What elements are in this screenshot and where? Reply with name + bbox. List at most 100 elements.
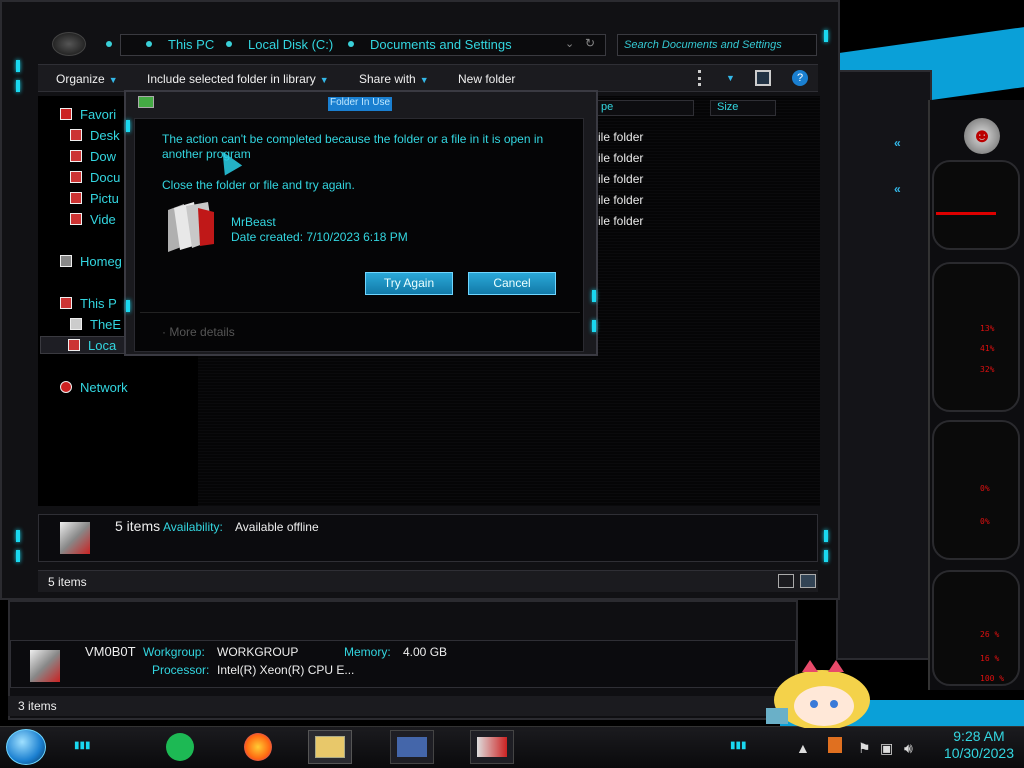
view-dropdown-icon[interactable]: ▼ <box>726 73 735 83</box>
nav-local-label: Loca <box>88 338 117 353</box>
nav-dot-icon <box>106 41 112 47</box>
window-light-decoration <box>592 290 596 302</box>
desktop-icon <box>70 129 82 141</box>
include-in-library-button[interactable]: Include selected folder in library ▼ <box>147 72 329 86</box>
nav-pictures[interactable]: Pictu <box>70 191 119 206</box>
action-center-flag-icon[interactable]: ⚑ <box>858 740 871 757</box>
collapse-chevron-icon[interactable]: « <box>894 136 901 150</box>
drive-icon <box>70 318 82 330</box>
window-light-decoration <box>16 80 20 92</box>
documents-icon <box>70 171 82 183</box>
nav-documents[interactable]: Docu <box>70 170 120 185</box>
computer-name: VM0B0T <box>85 644 136 659</box>
processor-label: Processor: <box>152 663 210 677</box>
window-light-decoration <box>824 550 828 562</box>
column-header-type[interactable]: pe <box>594 100 694 116</box>
organize-button[interactable]: Organize ▼ <box>56 72 118 86</box>
search-input[interactable]: Search Documents and Settings <box>617 34 817 56</box>
window-light-decoration <box>16 60 20 72</box>
computer-icon <box>60 297 72 309</box>
breadcrumb-documents-settings[interactable]: Documents and Settings <box>370 37 512 52</box>
nav-network[interactable]: Network <box>60 380 128 395</box>
workgroup-value: WORKGROUP <box>217 645 299 659</box>
nav-network-label: Network <box>80 380 128 395</box>
view-options-icon[interactable] <box>698 70 714 86</box>
back-forward-orb-icon[interactable] <box>52 32 86 56</box>
gadget-value: 0% <box>980 484 990 493</box>
nav-favorites[interactable]: Favori <box>60 107 116 122</box>
nav-videos[interactable]: Vide <box>70 212 116 227</box>
gadget-value: 41% <box>980 344 995 353</box>
volume-icon[interactable]: 🔊︎ <box>904 740 913 757</box>
status-bar <box>38 570 818 592</box>
window-light-decoration <box>16 550 20 562</box>
network-status-icon[interactable]: ▣ <box>880 740 893 757</box>
firefox-icon <box>244 733 272 761</box>
gadget-panel <box>932 570 1020 686</box>
nav-this-pc[interactable]: This P <box>60 296 117 311</box>
taskbar-clock[interactable]: 9:28 AM 10/30/2023 <box>944 728 1014 762</box>
file-type-cell[interactable]: ile folder <box>598 193 643 207</box>
nav-desktop[interactable]: Desk <box>70 128 120 143</box>
file-type-cell[interactable]: ile folder <box>598 214 643 228</box>
processor-value: Intel(R) Xeon(R) CPU E... <box>217 663 355 677</box>
app-tray-icon[interactable] <box>828 737 842 753</box>
window-light-decoration <box>592 320 596 332</box>
gadget-bar <box>936 212 996 215</box>
new-folder-button[interactable]: New folder <box>458 72 515 86</box>
breadcrumb-local-disk[interactable]: Local Disk (C:) <box>248 37 333 52</box>
explorer-app-button[interactable] <box>308 730 352 764</box>
downloads-icon <box>70 150 82 162</box>
more-details-toggle[interactable]: · More details <box>162 325 235 339</box>
system-app-button[interactable] <box>390 730 434 764</box>
folder-thumbnail-icon <box>60 522 90 554</box>
spotify-app-button[interactable] <box>158 730 202 764</box>
clock-time: 9:28 AM <box>953 728 1005 744</box>
start-button[interactable] <box>6 729 46 765</box>
show-hidden-icons-icon[interactable]: ▲ <box>796 740 810 756</box>
preview-pane-icon[interactable] <box>755 70 771 86</box>
nav-the-drive[interactable]: TheE <box>70 317 121 332</box>
nav-downloads-label: Dow <box>90 149 117 164</box>
dialog-app-icon <box>138 96 154 108</box>
dropdown-arrow-icon: ▼ <box>319 75 329 85</box>
details-view-icon[interactable] <box>778 574 794 588</box>
breadcrumb-this-pc[interactable]: This PC <box>168 37 214 52</box>
file-explorer-icon <box>315 736 345 758</box>
window-light-decoration <box>824 30 828 42</box>
address-dropdown-icon[interactable]: ⌄ <box>565 37 574 50</box>
help-icon[interactable]: ? <box>792 70 808 86</box>
try-again-button[interactable]: Try Again <box>365 272 453 295</box>
taskbar-light-decoration: ▮▮▮ <box>74 740 91 751</box>
share-with-button[interactable]: Share with ▼ <box>359 72 429 86</box>
nav-downloads[interactable]: Dow <box>70 149 116 164</box>
cancel-button[interactable]: Cancel <box>468 272 556 295</box>
dialog-item-date: Date created: 7/10/2023 6:18 PM <box>231 230 408 244</box>
nav-homegroup-label: Homeg <box>80 254 122 269</box>
nav-favorites-label: Favori <box>80 107 117 122</box>
firefox-app-button[interactable] <box>236 730 280 764</box>
nav-this-pc-label: This P <box>80 296 117 311</box>
background-window-right <box>836 70 932 660</box>
dialog-app-button[interactable] <box>470 730 514 764</box>
share-label: Share with <box>359 72 416 86</box>
gadget-value: 32% <box>980 365 995 374</box>
nav-homegroup[interactable]: Homeg <box>60 254 122 269</box>
breadcrumb-separator-icon <box>348 41 354 47</box>
gadget-value: 0% <box>980 517 990 526</box>
breadcrumb-separator-icon <box>146 41 152 47</box>
memory-value: 4.00 GB <box>403 645 448 659</box>
favorites-icon <box>60 108 72 120</box>
character-sticker-icon <box>766 660 870 728</box>
file-type-cell[interactable]: ile folder <box>598 172 643 186</box>
column-header-size[interactable]: Size <box>710 100 776 116</box>
include-label: Include selected folder in library <box>147 72 316 86</box>
file-type-cell[interactable]: ile folder <box>598 151 643 165</box>
availability-value: Available offline <box>235 520 319 534</box>
refresh-icon[interactable]: ↻ <box>585 36 595 50</box>
collapse-chevron-icon[interactable]: « <box>894 182 901 196</box>
large-icons-view-icon[interactable] <box>800 574 816 588</box>
file-type-cell[interactable]: ile folder <box>598 130 643 144</box>
status-bar <box>8 696 798 716</box>
nav-local-disk[interactable]: Loca <box>68 338 116 353</box>
